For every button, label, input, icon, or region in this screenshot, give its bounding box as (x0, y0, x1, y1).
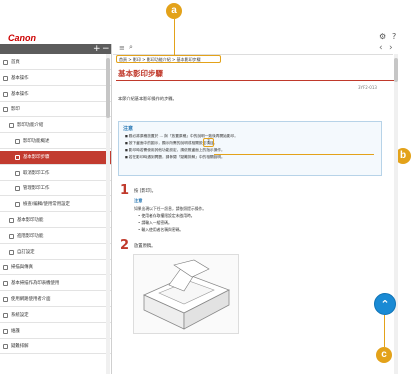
page-icon (3, 60, 8, 65)
page-icon (3, 107, 8, 113)
page-icon (3, 265, 8, 271)
sidebar-item-label: 基本掃描作為印表機使用 (11, 281, 60, 287)
sidebar-item-label: 影印功能介紹 (17, 123, 44, 129)
page-icon (15, 186, 20, 192)
sidebar-item-label: 疑難排解 (11, 344, 29, 350)
callout-a-line (174, 19, 175, 55)
notice-box: 注意 務必將原稿放置於 ... 與「放置原稿」中的說明一致後再開始影印。 按下畫… (118, 121, 382, 176)
sidebar-item[interactable]: 系統設定 (0, 309, 111, 323)
search-icon[interactable]: ⌕ (129, 43, 133, 52)
sidebar-item[interactable]: 首頁 (0, 56, 111, 70)
step-note-intro: 如果出現以下任一訊息，請依照提示操作。 (134, 206, 207, 211)
callout-c: c (376, 347, 392, 363)
step-text: 按 [影印]。 (134, 189, 156, 194)
step-number: 1 (120, 183, 130, 198)
page-icon (3, 312, 8, 318)
page-icon (3, 328, 8, 334)
sidebar-item-label: 檢查/編輯/使用常用設定 (23, 202, 70, 208)
notice-line: 影印時若需使用其他功能設定，請依照畫面上的指示操作。 (125, 148, 225, 153)
sidebar-item-label: 影印 (11, 107, 20, 113)
sidebar-item[interactable]: 影印 (0, 103, 111, 118)
sidebar-item[interactable]: 掃描與傳真 (0, 261, 111, 276)
page-icon (15, 139, 20, 144)
sidebar-item[interactable]: 進階影印功能 (0, 230, 111, 244)
sidebar-item-label: 首頁 (11, 60, 20, 65)
page-icon (9, 123, 14, 129)
list-view-icon[interactable]: ≡ (119, 44, 125, 52)
prev-page-button[interactable]: ‹ (379, 43, 383, 53)
sidebar-item[interactable]: 管理影印工作 (0, 182, 111, 197)
intro-text: 本節介紹基本影印操作的步驟。 (118, 96, 177, 101)
page-icon (9, 249, 14, 255)
sidebar-item[interactable]: 基本影印功能 (0, 214, 111, 228)
page-title: 基本影印步驟 (118, 69, 163, 78)
sidebar-item[interactable]: 基本影印步驟 (0, 150, 111, 165)
sidebar-item[interactable]: 自訂設定 (0, 246, 111, 260)
sidebar-item-label: 取消影印工作 (23, 170, 50, 176)
sidebar-header: + − (0, 44, 111, 54)
page-icon (15, 154, 20, 160)
callout-c-line (384, 315, 385, 347)
page-icon (3, 75, 8, 81)
sidebar-item[interactable]: 取消影印工作 (0, 167, 111, 181)
page-icon (3, 344, 8, 350)
sidebar-scroll-thumb[interactable] (106, 58, 110, 118)
breadcrumb[interactable]: 首頁 > 影印 > 影印功能介紹 > 基本影印步驟 (116, 55, 221, 63)
step-number: 2 (120, 238, 130, 253)
step-text: 放置原稿。 (134, 244, 156, 249)
step-note-label: 注意 (134, 198, 143, 203)
sidebar-item-label: 系統設定 (11, 312, 29, 318)
notice-label: 注意 (123, 126, 134, 132)
content-scrollbar[interactable] (394, 54, 398, 374)
sidebar-item-label: 管理影印工作 (23, 186, 50, 192)
content-scroll-thumb[interactable] (394, 58, 398, 82)
canon-logo: Canon (8, 33, 36, 43)
document-id: 3YF2-013 (358, 85, 377, 90)
sidebar-item[interactable]: 使用網路使用者介面 (0, 293, 111, 307)
help-icon[interactable]: ? (203, 138, 214, 147)
title-divider (116, 80, 394, 81)
notice-line: 務必將原稿放置於 ... 與「放置原稿」中的說明一致後再開始影印。 (125, 134, 238, 139)
copier-illustration (133, 254, 239, 334)
sidebar-item-label: 影印功能概述 (23, 139, 50, 144)
callout-b-line (214, 154, 374, 155)
page-icon (3, 281, 8, 287)
page-icon (3, 297, 8, 302)
sidebar-item-label: 基本操作 (11, 75, 29, 81)
step-note-line: • 使用者存取權限設定未啟用時。 (138, 213, 195, 218)
sidebar-item-label: 使用網路使用者介面 (11, 297, 51, 302)
sidebar-item[interactable]: 檢查/編輯/使用常用設定 (0, 198, 111, 213)
sidebar-item-label: 自訂設定 (17, 249, 35, 255)
notice-line: 若在影印時遇到問題，請參閱「疑難排解」中的相關說明。 (125, 155, 225, 160)
sidebar-item-label: 掃描與傳真 (11, 265, 33, 271)
sidebar-item-label: 維護 (11, 328, 20, 334)
page-icon (3, 91, 8, 97)
content-toolbar: ≡ ⌕ ‹ › (113, 43, 393, 55)
page-icon (9, 233, 14, 239)
gear-icon[interactable]: ⚙ (379, 32, 386, 41)
expand-all-button[interactable]: + (93, 43, 101, 55)
sidebar: + − 首頁 基本操作 基本操作 影印 影印功能介紹 影印功能概述 基本影印步驟 取消影印工作… (0, 44, 112, 374)
sidebar-item[interactable]: 基本操作 (0, 72, 111, 86)
sidebar-item[interactable]: 基本操作 (0, 88, 111, 102)
sidebar-item[interactable]: 疑難排解 (0, 340, 111, 355)
back-to-top-button[interactable]: ⌃ (374, 293, 396, 315)
sidebar-item[interactable]: 基本掃描作為印表機使用 (0, 277, 111, 292)
callout-a: a (166, 3, 182, 19)
sidebar-item-label: 進階影印功能 (17, 233, 44, 239)
sidebar-item[interactable]: 影印功能介紹 (0, 119, 111, 134)
page-icon (15, 170, 20, 176)
help-icon[interactable]: ? (392, 32, 396, 41)
sidebar-item[interactable]: 維護 (0, 325, 111, 339)
sidebar-item-label: 基本影印步驟 (23, 154, 50, 160)
sidebar-item-label: 基本操作 (11, 91, 29, 97)
step-note-line: • 輸入使用者名稱與密碼。 (138, 227, 184, 232)
page-icon (15, 202, 20, 208)
copier-illustration-svg (143, 259, 230, 330)
next-page-button[interactable]: › (389, 43, 393, 53)
page-icon (9, 218, 14, 223)
sidebar-item-label: 基本影印功能 (17, 218, 44, 223)
step-note-line: • 請輸入一組密碼。 (138, 220, 172, 225)
sidebar-item[interactable]: 影印功能概述 (0, 135, 111, 149)
